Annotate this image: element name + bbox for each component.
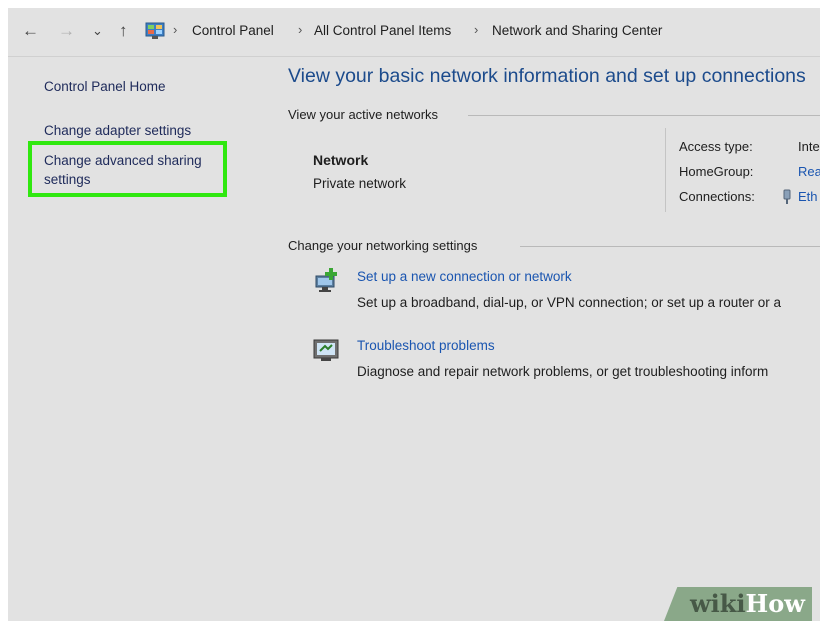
troubleshoot-description: Diagnose and repair network problems, or… [357,364,769,379]
breadcrumb-network-sharing[interactable]: Network and Sharing Center [492,23,662,38]
address-bar: ← → ⌄ ↑ › Control Panel › All Control Pa… [8,8,820,57]
breadcrumb-all-items[interactable]: All Control Panel Items [314,23,451,38]
breadcrumb-separator: › [298,22,303,37]
active-networks-heading: View your active networks [288,107,439,122]
troubleshoot-icon [313,339,339,361]
breadcrumb-separator: › [474,22,479,37]
page-title: View your basic network information and … [288,65,806,87]
network-name: Network [313,152,369,168]
advanced-sharing-line2: settings [44,172,91,187]
control-panel-icon [145,22,165,39]
networking-settings-heading: Change your networking settings [288,238,478,253]
advanced-sharing-line1: Change advanced sharing [44,153,202,168]
recent-locations-chevron-icon[interactable]: ⌄ [92,21,103,41]
change-advanced-sharing-link[interactable]: Change advanced sharing settings [44,151,202,189]
change-adapter-settings-link[interactable]: Change adapter settings [44,123,191,138]
ethernet-connection-link[interactable]: Eth [798,189,818,204]
troubleshoot-problems-link[interactable]: Troubleshoot problems [357,338,495,353]
control-panel-home-link[interactable]: Control Panel Home [44,79,166,94]
new-connection-icon [315,268,337,292]
section-divider [468,115,820,116]
access-type-value: Inte [798,139,820,154]
breadcrumb-control-panel[interactable]: Control Panel [192,23,274,38]
section-divider [520,246,820,247]
up-arrow-icon[interactable]: ↑ [119,21,128,41]
homegroup-link[interactable]: Rea [798,164,820,179]
setup-connection-description: Set up a broadband, dial-up, or VPN conn… [357,295,782,310]
network-type: Private network [313,176,407,191]
setup-connection-link[interactable]: Set up a new connection or network [357,269,572,284]
vertical-divider [665,128,666,212]
network-sharing-center-window: ← → ⌄ ↑ › Control Panel › All Control Pa… [8,8,820,621]
connections-label: Connections: [679,189,755,204]
back-arrow-icon[interactable]: ← [22,21,39,41]
access-type-label: Access type: [679,139,753,154]
ethernet-icon [783,189,791,204]
homegroup-label: HomeGroup: [679,164,754,179]
breadcrumb-separator: › [173,22,178,37]
forward-arrow-icon[interactable]: → [58,21,75,41]
wikihow-logo: wikiHow [690,589,805,618]
